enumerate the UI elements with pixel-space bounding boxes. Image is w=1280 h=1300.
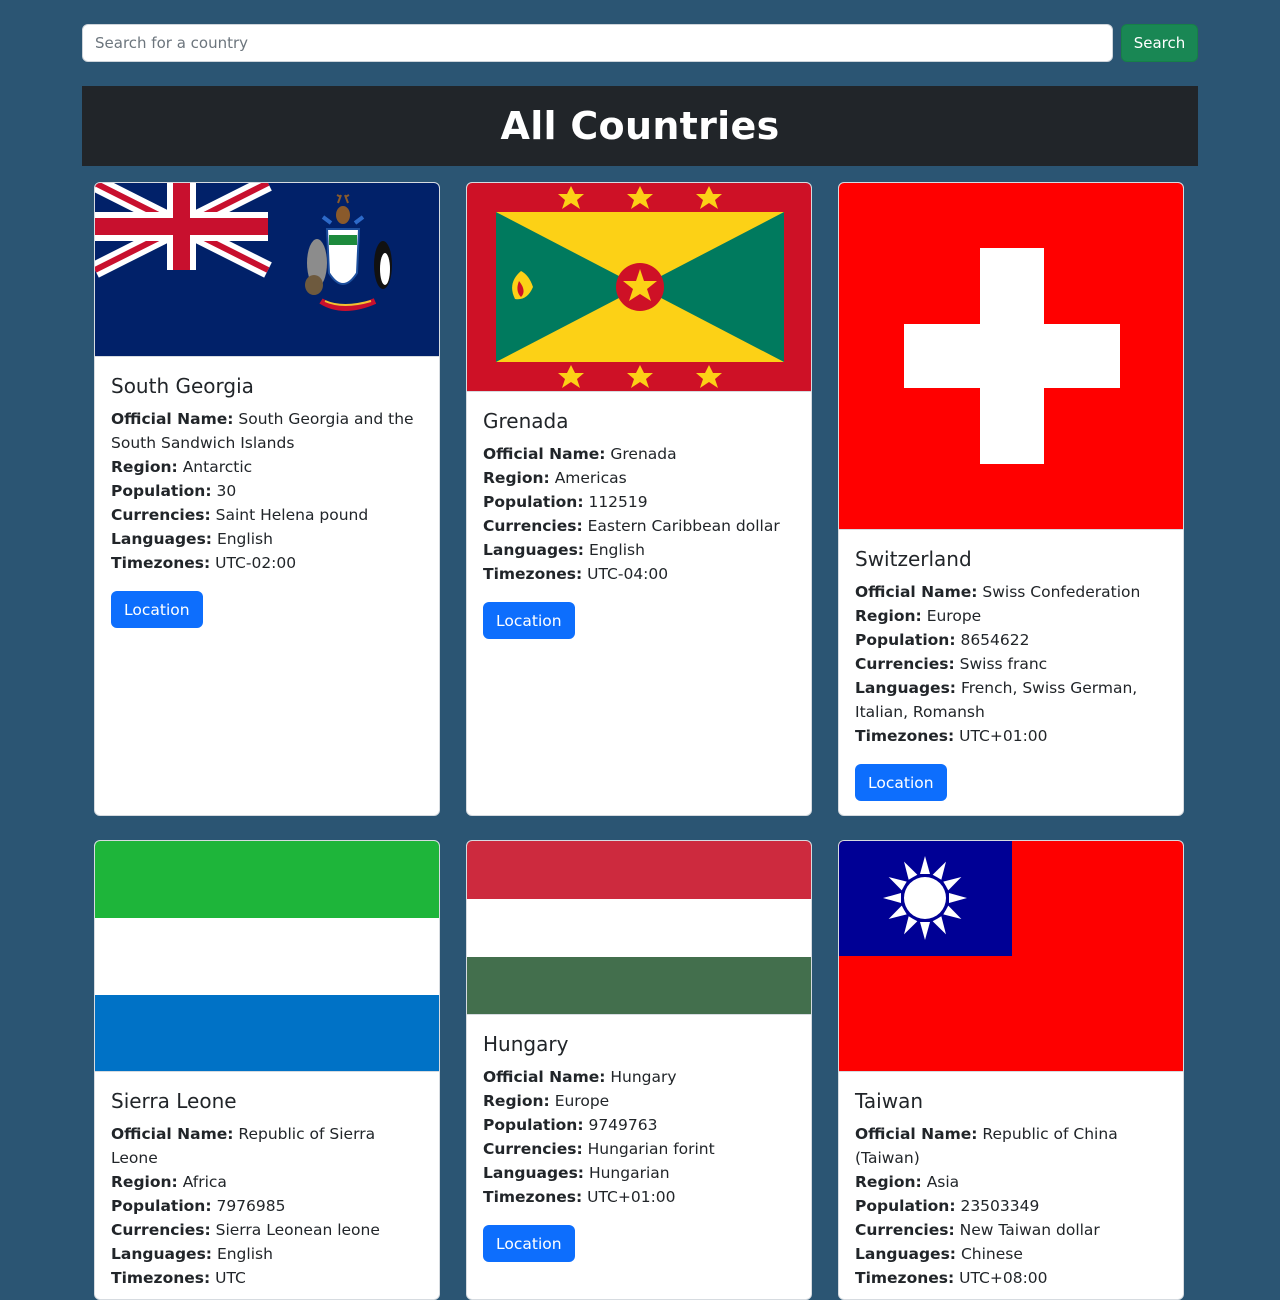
country-card-grenada: Grenada Official Name: Grenada Region: A…	[466, 182, 812, 816]
flag-taiwan-icon	[839, 841, 1183, 1072]
search-bar: Search	[82, 24, 1198, 62]
country-card-hungary: Hungary Official Name: Hungary Region: E…	[466, 840, 812, 1300]
official-name-field: Official Name: Republic of China (Taiwan…	[855, 1125, 1118, 1167]
languages-field: Languages: English	[111, 1245, 273, 1263]
languages-field: Languages: English	[111, 530, 273, 548]
timezones-field: Timezones: UTC	[111, 1269, 246, 1287]
country-name: Hungary	[483, 1032, 569, 1056]
search-input[interactable]	[82, 24, 1113, 62]
location-button[interactable]: Location	[855, 764, 947, 801]
official-name-field: Official Name: Swiss Confederation	[855, 583, 1141, 601]
timezones-field: Timezones: UTC+01:00	[483, 1188, 676, 1206]
timezones-field: Timezones: UTC+08:00	[855, 1269, 1048, 1287]
region-field: Region: Americas	[483, 469, 627, 487]
location-button[interactable]: Location	[483, 1225, 575, 1262]
location-button[interactable]: Location	[483, 602, 575, 639]
region-field: Region: Asia	[855, 1173, 960, 1191]
languages-field: Languages: English	[483, 541, 645, 559]
population-field: Population: 8654622	[855, 631, 1030, 649]
country-name: Grenada	[483, 409, 569, 433]
official-name-field: Official Name: Hungary	[483, 1068, 677, 1086]
country-card-sierra-leone: Sierra Leone Official Name: Republic of …	[94, 840, 440, 1300]
timezones-field: Timezones: UTC-02:00	[111, 554, 297, 572]
languages-field: Languages: Hungarian	[483, 1164, 670, 1182]
timezones-field: Timezones: UTC-04:00	[483, 565, 669, 583]
country-name: Sierra Leone	[111, 1089, 237, 1113]
country-name: South Georgia	[111, 374, 254, 398]
page-container: Search All Countries	[82, 24, 1198, 166]
flag-switzerland-icon	[839, 183, 1183, 530]
country-name: Switzerland	[855, 547, 972, 571]
currencies-field: Currencies: Swiss franc	[855, 655, 1048, 673]
flag-hungary-icon	[467, 841, 811, 1015]
official-name-field: Official Name: Republic of Sierra Leone	[111, 1125, 376, 1167]
location-button[interactable]: Location	[111, 591, 203, 628]
country-card-taiwan: Taiwan Official Name: Republic of China …	[838, 840, 1184, 1300]
languages-field: Languages: French, Swiss German, Italian…	[855, 679, 1138, 721]
flag-sierra-leone-icon	[95, 841, 439, 1072]
flag-grenada-icon	[467, 183, 811, 392]
region-field: Region: Africa	[111, 1173, 227, 1191]
languages-field: Languages: Chinese	[855, 1245, 1023, 1263]
region-field: Region: Europe	[855, 607, 982, 625]
country-card-south-georgia: South Georgia Official Name: South Georg…	[94, 182, 440, 816]
page-title: All Countries	[500, 104, 780, 148]
population-field: Population: 7976985	[111, 1197, 286, 1215]
region-field: Region: Europe	[483, 1092, 610, 1110]
search-button[interactable]: Search	[1121, 24, 1198, 62]
population-field: Population: 112519	[483, 493, 648, 511]
country-name: Taiwan	[855, 1089, 924, 1113]
official-name-field: Official Name: Grenada	[483, 445, 677, 463]
country-card-switzerland: Switzerland Official Name: Swiss Confede…	[838, 182, 1184, 816]
official-name-field: Official Name: South Georgia and the Sou…	[111, 410, 414, 452]
population-field: Population: 30	[111, 482, 237, 500]
currencies-field: Currencies: New Taiwan dollar	[855, 1221, 1100, 1239]
page-header: All Countries	[82, 86, 1198, 166]
region-field: Region: Antarctic	[111, 458, 253, 476]
currencies-field: Currencies: Saint Helena pound	[111, 506, 369, 524]
currencies-field: Currencies: Hungarian forint	[483, 1140, 715, 1158]
currencies-field: Currencies: Eastern Caribbean dollar	[483, 517, 780, 535]
flag-south-georgia-icon	[95, 183, 439, 357]
currencies-field: Currencies: Sierra Leonean leone	[111, 1221, 380, 1239]
population-field: Population: 23503349	[855, 1197, 1040, 1215]
timezones-field: Timezones: UTC+01:00	[855, 727, 1048, 745]
population-field: Population: 9749763	[483, 1116, 658, 1134]
